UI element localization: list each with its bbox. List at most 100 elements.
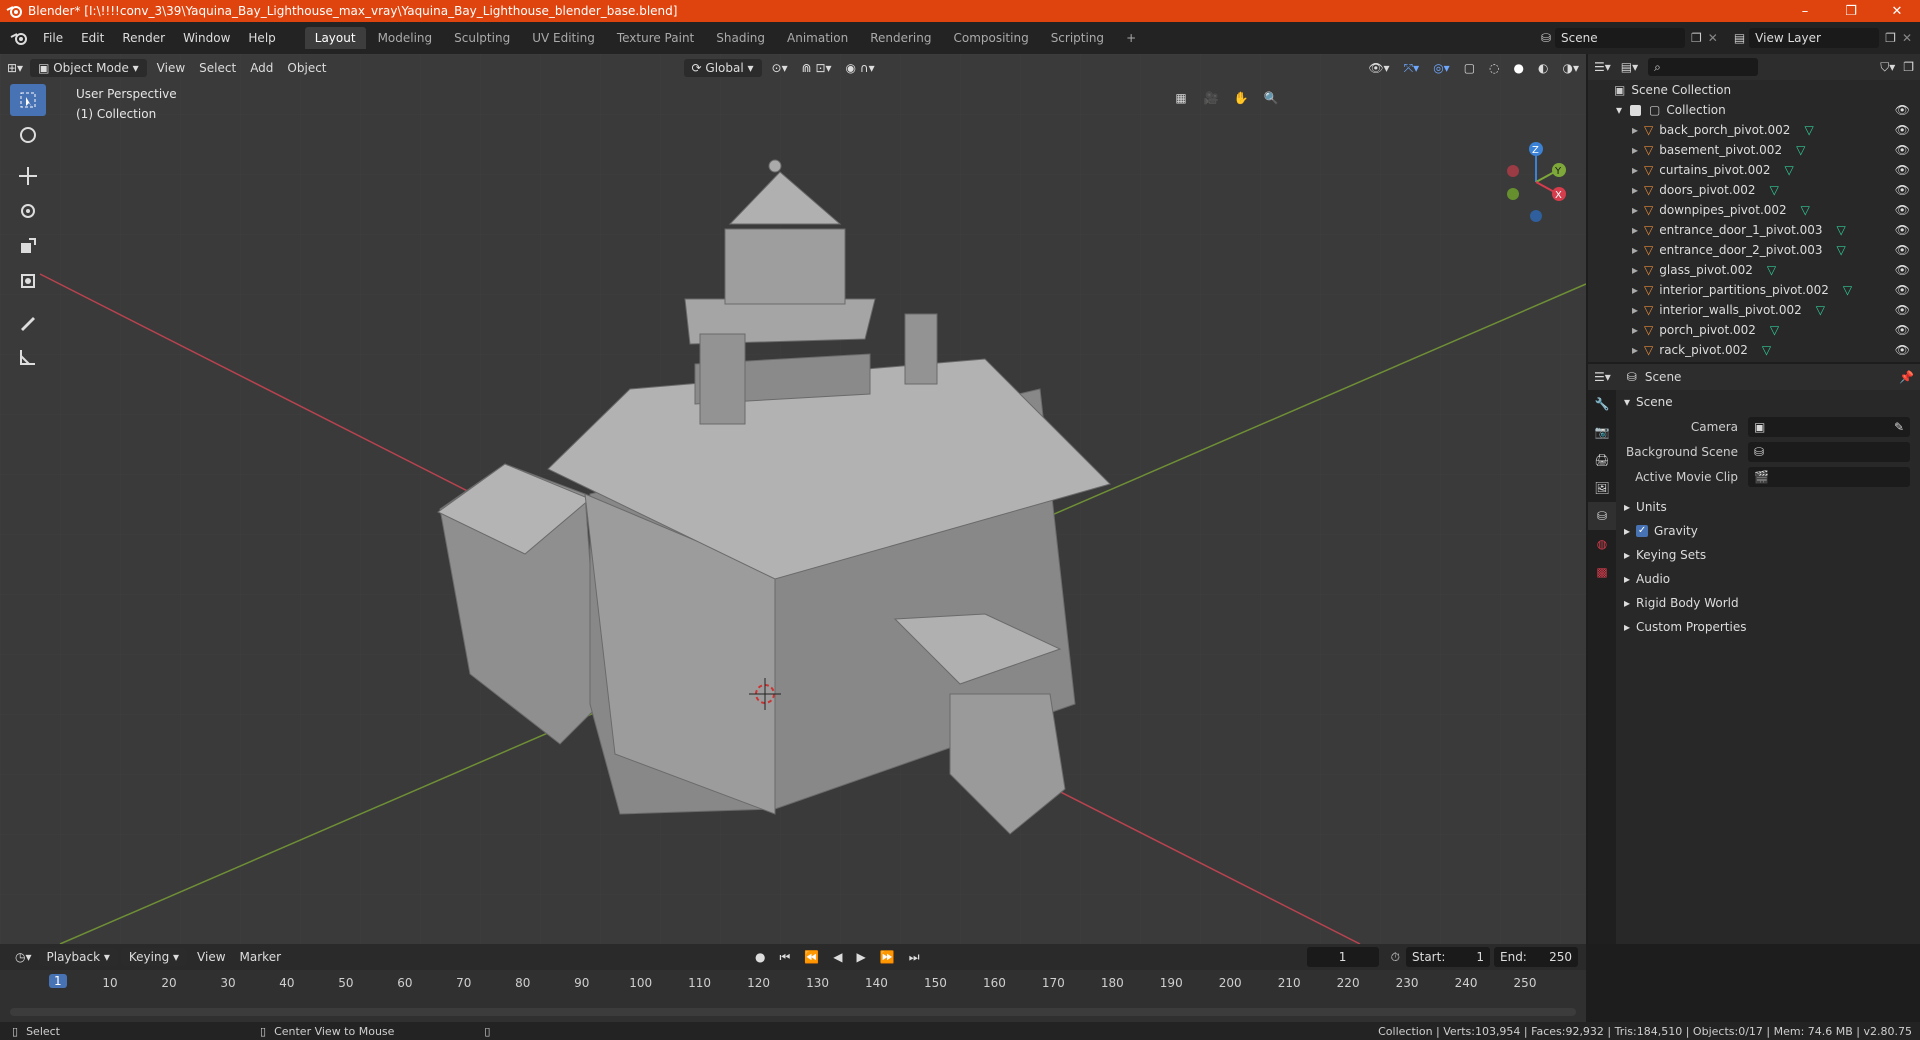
- orientation-dropdown[interactable]: ⟳ Global ▾: [683, 59, 762, 77]
- tab-rendering[interactable]: Rendering: [860, 27, 941, 49]
- menu-window[interactable]: Window: [174, 31, 239, 45]
- mesh-data-icon[interactable]: ▽: [1801, 203, 1810, 217]
- visibility-eye-icon[interactable]: 👁: [1895, 343, 1910, 357]
- mesh-data-icon[interactable]: ▽: [1762, 343, 1771, 357]
- display-mode-icon[interactable]: ▤▾: [1621, 60, 1638, 74]
- outliner-object-row[interactable]: ▸ ▽ curtains_pivot.002 ▽ 👁: [1588, 160, 1920, 180]
- mesh-data-icon[interactable]: ▽: [1796, 143, 1805, 157]
- minimize-button[interactable]: –: [1782, 4, 1828, 19]
- visibility-eye-icon[interactable]: 👁: [1895, 303, 1910, 317]
- viewport-menu-object[interactable]: Object: [280, 59, 333, 77]
- delete-view-layer-icon[interactable]: ✕: [1902, 31, 1912, 45]
- outliner-object-row[interactable]: ▸ ▽ interior_partitions_pivot.002 ▽ 👁: [1588, 280, 1920, 300]
- visibility-eye-icon[interactable]: 👁: [1895, 323, 1910, 337]
- new-collection-icon[interactable]: ❐: [1903, 60, 1914, 74]
- expand-arrow-icon[interactable]: ▸: [1632, 243, 1638, 257]
- measure-tool-icon[interactable]: [10, 341, 46, 373]
- expand-arrow-icon[interactable]: ▸: [1632, 343, 1638, 357]
- outliner-object-row[interactable]: ▸ ▽ entrance_door_1_pivot.003 ▽ 👁: [1588, 220, 1920, 240]
- mesh-data-icon[interactable]: ▽: [1767, 263, 1776, 277]
- eyedropper-icon[interactable]: ✎: [1894, 420, 1904, 434]
- mesh-data-icon[interactable]: ▽: [1837, 243, 1846, 257]
- outliner-object-row[interactable]: ▸ ▽ doors_pivot.002 ▽ 👁: [1588, 180, 1920, 200]
- visibility-eye-icon[interactable]: 👁: [1895, 103, 1910, 117]
- menu-edit[interactable]: Edit: [72, 31, 113, 45]
- keying-sets-panel[interactable]: ▸ Keying Sets: [1618, 543, 1920, 567]
- select-box-tool-icon[interactable]: [10, 84, 46, 116]
- mesh-data-icon[interactable]: ▽: [1837, 223, 1846, 237]
- editor-type-icon[interactable]: ⊞▾: [0, 59, 30, 77]
- scene-panel-header[interactable]: ▾ Scene: [1618, 390, 1920, 414]
- outliner-object-row[interactable]: ▸ ▽ downpipes_pivot.002 ▽ 👁: [1588, 200, 1920, 220]
- next-keyframe-icon[interactable]: ⏩: [873, 948, 902, 966]
- proportional-edit-icon[interactable]: ◉ ∩▾: [839, 59, 882, 77]
- view-layer-props-tab-icon[interactable]: 🖼: [1588, 474, 1616, 502]
- shading-solid-icon[interactable]: ●: [1507, 59, 1531, 77]
- viewport-menu-add[interactable]: Add: [243, 59, 280, 77]
- toggle-grid-view-icon[interactable]: ▦: [1166, 84, 1196, 112]
- play-reverse-icon[interactable]: ◀: [826, 948, 849, 966]
- zoom-view-icon[interactable]: 🔍: [1256, 84, 1286, 112]
- mode-dropdown[interactable]: ▣ Object Mode ▾: [30, 59, 147, 77]
- visibility-eye-icon[interactable]: 👁: [1895, 163, 1910, 177]
- custom-properties-panel[interactable]: ▸ Custom Properties: [1618, 615, 1920, 639]
- tab-texture-paint[interactable]: Texture Paint: [607, 27, 704, 49]
- new-view-layer-icon[interactable]: ❐: [1885, 31, 1896, 45]
- maximize-button[interactable]: ❐: [1828, 4, 1874, 19]
- tab-modeling[interactable]: Modeling: [368, 27, 443, 49]
- view-layer-field[interactable]: View Layer: [1749, 28, 1880, 48]
- scene-props-tab-icon[interactable]: ⛁: [1588, 502, 1616, 530]
- active-movie-clip-field[interactable]: 🎬: [1748, 466, 1910, 487]
- expand-arrow-icon[interactable]: ▸: [1632, 183, 1638, 197]
- cursor-tool-icon[interactable]: [10, 119, 46, 151]
- visibility-eye-icon[interactable]: 👁: [1895, 123, 1910, 137]
- mesh-data-icon[interactable]: ▽: [1784, 163, 1793, 177]
- visibility-icon[interactable]: 👁▾: [1361, 59, 1396, 77]
- outliner-search-input[interactable]: ⌕: [1648, 58, 1759, 76]
- rotate-tool-icon[interactable]: [10, 195, 46, 227]
- visibility-eye-icon[interactable]: 👁: [1895, 143, 1910, 157]
- tab-layout[interactable]: Layout: [304, 27, 366, 49]
- keying-menu[interactable]: Keying ▾: [120, 948, 188, 966]
- mesh-data-icon[interactable]: ▽: [1804, 123, 1813, 137]
- audio-panel[interactable]: ▸ Audio: [1618, 567, 1920, 591]
- tab-scripting[interactable]: Scripting: [1041, 27, 1114, 49]
- timeline-scrollbar[interactable]: [10, 1008, 1576, 1016]
- xray-icon[interactable]: ▢: [1457, 59, 1482, 77]
- outliner-object-row[interactable]: ▸ ▽ glass_pivot.002 ▽ 👁: [1588, 260, 1920, 280]
- visibility-eye-icon[interactable]: 👁: [1895, 223, 1910, 237]
- overlay-toggle-icon[interactable]: ◎▾: [1426, 59, 1457, 77]
- expand-arrow-icon[interactable]: ▸: [1632, 223, 1638, 237]
- gizmo-toggle-icon[interactable]: ⤧▾: [1397, 59, 1427, 78]
- tab-shading[interactable]: Shading: [706, 27, 775, 49]
- outliner-object-row[interactable]: ▸ ▽ rack_pivot.002 ▽ 👁: [1588, 340, 1920, 360]
- visibility-eye-icon[interactable]: 👁: [1895, 263, 1910, 277]
- mesh-data-icon[interactable]: ▽: [1770, 323, 1779, 337]
- collapse-arrow-icon[interactable]: ▾: [1616, 103, 1622, 117]
- clock-icon[interactable]: ⏱: [1391, 950, 1400, 965]
- prev-keyframe-icon[interactable]: ⏪: [797, 948, 826, 966]
- tab-compositing[interactable]: Compositing: [943, 27, 1038, 49]
- texture-props-tab-icon[interactable]: ▩: [1588, 558, 1616, 586]
- tool-props-tab-icon[interactable]: 🔧: [1588, 390, 1616, 418]
- tab-animation[interactable]: Animation: [777, 27, 858, 49]
- annotate-tool-icon[interactable]: [10, 306, 46, 338]
- delete-scene-icon[interactable]: ✕: [1708, 31, 1718, 45]
- visibility-eye-icon[interactable]: 👁: [1895, 243, 1910, 257]
- world-props-tab-icon[interactable]: ◍: [1588, 530, 1616, 558]
- menu-help[interactable]: Help: [239, 31, 284, 45]
- collection-row[interactable]: ▾ ▢ Collection 👁: [1588, 100, 1920, 120]
- close-button[interactable]: ✕: [1874, 4, 1920, 19]
- visibility-eye-icon[interactable]: 👁: [1895, 203, 1910, 217]
- visibility-eye-icon[interactable]: 👁: [1895, 183, 1910, 197]
- gravity-panel[interactable]: ▸ ✓ Gravity: [1618, 519, 1920, 543]
- rigid-body-world-panel[interactable]: ▸ Rigid Body World: [1618, 591, 1920, 615]
- scene-collection-row[interactable]: ▣ Scene Collection: [1588, 80, 1920, 100]
- timeline-ruler[interactable]: 1 10 20 30 40 50 60 70 80 90 100 110 120 130 140 150 160…: [0, 970, 1586, 1022]
- add-workspace-icon[interactable]: +: [1116, 27, 1146, 49]
- camera-field[interactable]: ▣ ✎: [1748, 416, 1910, 437]
- blender-menu-icon[interactable]: [4, 28, 34, 48]
- transform-tool-icon[interactable]: [10, 265, 46, 297]
- outliner-object-row[interactable]: ▸ ▽ entrance_door_2_pivot.003 ▽ 👁: [1588, 240, 1920, 260]
- shading-wireframe-icon[interactable]: ◌: [1482, 59, 1506, 77]
